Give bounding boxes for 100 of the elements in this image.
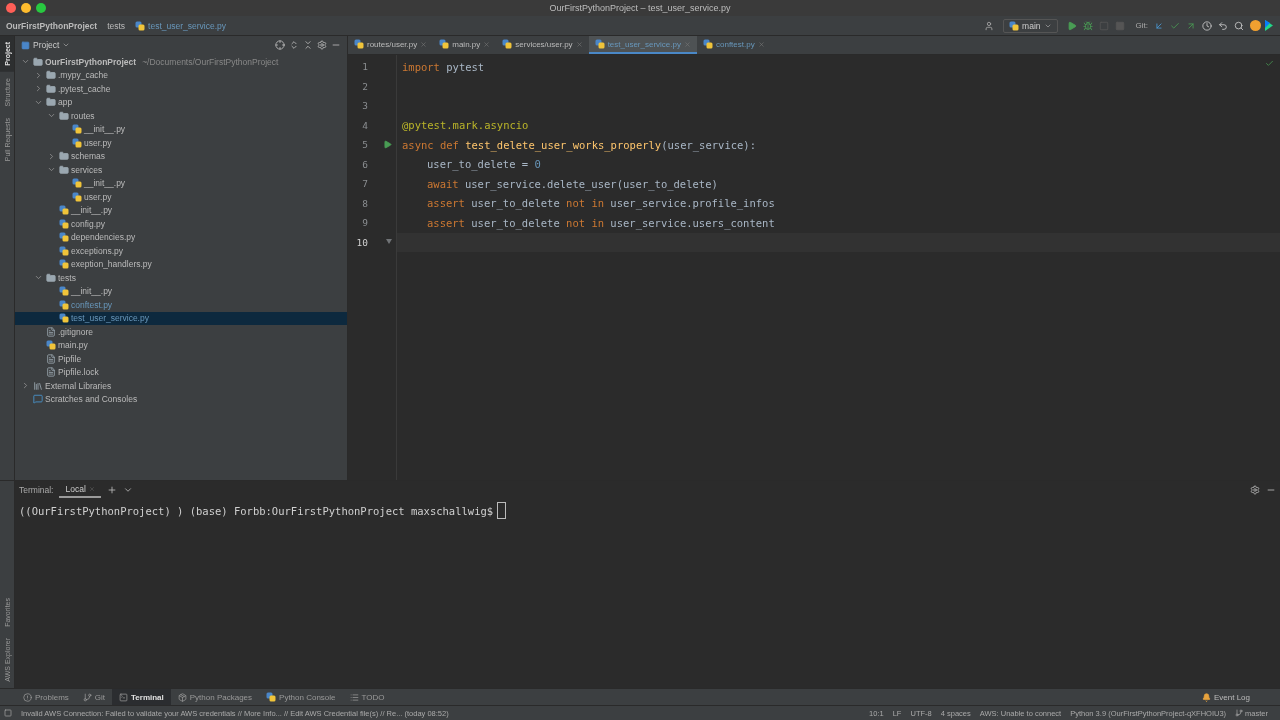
avatar[interactable]: [1250, 20, 1261, 31]
tool-window-tab[interactable]: Python Console: [259, 689, 343, 705]
tree-item-label: exeption_handlers.py: [71, 259, 152, 270]
package-icon: [177, 692, 187, 702]
project-view-dropdown[interactable]: Project: [21, 40, 71, 50]
tree-item-label: __init__.py: [71, 286, 113, 297]
tree-item-label: Scratches and Consoles: [45, 394, 138, 405]
close-icon[interactable]: [483, 40, 491, 48]
commit-check-icon[interactable]: [1170, 20, 1180, 31]
code-line: await user_service.delete_user(user_to_delete): [427, 177, 718, 190]
line-number: 9: [361, 217, 368, 229]
session-tab[interactable]: Local: [59, 482, 101, 498]
tree-item[interactable]: exeption_handlers.py: [15, 257, 347, 271]
push-arrow-icon[interactable]: [1186, 20, 1196, 31]
user-icon[interactable]: [984, 20, 995, 31]
tree-item[interactable]: __init__.py: [15, 122, 347, 136]
folder-icon: [46, 70, 56, 81]
settings-icon[interactable]: [1250, 485, 1260, 495]
editor-tab[interactable]: services/user.py: [496, 36, 589, 54]
tool-window-tab[interactable]: Python Packages: [170, 689, 260, 705]
breadcrumb[interactable]: tests: [107, 20, 126, 31]
file-icon: [46, 326, 56, 337]
expand-all-icon[interactable]: [289, 40, 299, 50]
rollback-icon[interactable]: [1218, 20, 1228, 31]
code-line: import pytest: [402, 60, 485, 73]
tree-item[interactable]: .gitignore: [15, 325, 347, 339]
tree-item-label: .mypy_cache: [58, 70, 109, 81]
tree-item-label: config.py: [71, 218, 106, 229]
tree-item[interactable]: schemas: [15, 149, 347, 163]
chevron-right-icon[interactable]: [47, 151, 56, 161]
tree-item[interactable]: __init__.py: [15, 176, 347, 190]
tree-item[interactable]: __init__.py: [15, 203, 347, 217]
tree-item[interactable]: user.py: [15, 136, 347, 150]
chevron-down-icon[interactable]: [122, 485, 133, 495]
line-number: 8: [361, 197, 368, 209]
breadcrumb[interactable]: test_user_service.py: [135, 20, 227, 31]
chevron-right-icon[interactable]: [21, 381, 30, 391]
tool-window-tab[interactable]: Terminal: [112, 689, 171, 705]
panel-toggle-icon[interactable]: [4, 709, 12, 717]
close-icon[interactable]: [575, 40, 583, 48]
python-file-icon: [59, 232, 69, 243]
run-icon[interactable]: [1066, 20, 1077, 31]
close-icon[interactable]: [757, 40, 765, 48]
update-arrow-icon[interactable]: [1154, 20, 1164, 31]
tree-item[interactable]: OurFirstPythonProject ~/Documents/OurFirstPythonProject: [15, 55, 347, 69]
tree-item[interactable]: External Libraries: [15, 379, 347, 393]
tree-item[interactable]: .pytest_cache: [15, 82, 347, 96]
tree-item[interactable]: test_user_service.py: [15, 311, 347, 325]
line-number: 5: [361, 139, 368, 151]
run-icon[interactable]: [383, 140, 392, 150]
tool-window-tab[interactable]: TODO: [342, 689, 392, 705]
tree-item-label: .gitignore: [58, 326, 93, 337]
stop-icon[interactable]: [1114, 20, 1125, 31]
zoom-window-button[interactable]: [36, 3, 46, 13]
tree-item[interactable]: exceptions.py: [15, 244, 347, 258]
close-icon[interactable]: [420, 40, 428, 48]
editor-tab[interactable]: routes/user.py: [348, 36, 434, 54]
tree-item[interactable]: __init__.py: [15, 284, 347, 298]
add-icon[interactable]: [106, 485, 117, 495]
tree-item[interactable]: app: [15, 95, 347, 109]
terminal-icon: [119, 692, 129, 702]
tree-item[interactable]: routes: [15, 109, 347, 123]
tree-item[interactable]: main.py: [15, 338, 347, 352]
tree-item[interactable]: services: [15, 163, 347, 177]
debug-icon[interactable]: [1082, 20, 1093, 31]
tree-item[interactable]: Pipfile.lock: [15, 365, 347, 379]
tree-item[interactable]: .mypy_cache: [15, 68, 347, 82]
editor-tab[interactable]: main.py: [433, 36, 497, 54]
close-icon[interactable]: [684, 40, 691, 48]
fold-marker-icon[interactable]: [386, 239, 392, 246]
code-line: user_to_delete = 0: [427, 158, 541, 171]
tree-item[interactable]: user.py: [15, 190, 347, 204]
git-label: Git:: [1135, 21, 1148, 30]
close-icon[interactable]: [88, 486, 95, 492]
tool-window-tab[interactable]: Git: [75, 689, 113, 705]
tool-window-tab[interactable]: Problems: [16, 689, 76, 705]
python-file-icon: [59, 205, 69, 216]
python-file-icon: [72, 191, 82, 202]
search-icon[interactable]: [1234, 20, 1244, 31]
run-configuration-dropdown[interactable]: main: [1003, 18, 1058, 33]
collapse-all-icon[interactable]: [303, 40, 313, 50]
editor-tab[interactable]: conftest.py: [697, 36, 771, 54]
list-icon: [349, 692, 359, 702]
history-icon[interactable]: [1202, 20, 1212, 31]
line-number: 3: [361, 100, 368, 112]
python-file-icon: [135, 20, 146, 31]
settings-icon[interactable]: [317, 40, 327, 50]
line-number: 6: [361, 158, 368, 170]
locate-icon[interactable]: [275, 40, 285, 50]
breadcrumb[interactable]: OurFirstPythonProject: [6, 20, 98, 31]
tree-item[interactable]: dependencies.py: [15, 230, 347, 244]
tree-item[interactable]: Pipfile: [15, 352, 347, 366]
check-icon: [1265, 59, 1274, 68]
tree-item[interactable]: tests: [15, 271, 347, 285]
minimize-window-button[interactable]: [21, 3, 31, 13]
tree-item[interactable]: conftest.py: [15, 298, 347, 312]
tree-item[interactable]: Scratches and Consoles: [15, 392, 347, 406]
close-window-button[interactable]: [6, 3, 16, 13]
tree-item[interactable]: config.py: [15, 217, 347, 231]
event-log-button[interactable]: Event Log: [1201, 692, 1280, 702]
